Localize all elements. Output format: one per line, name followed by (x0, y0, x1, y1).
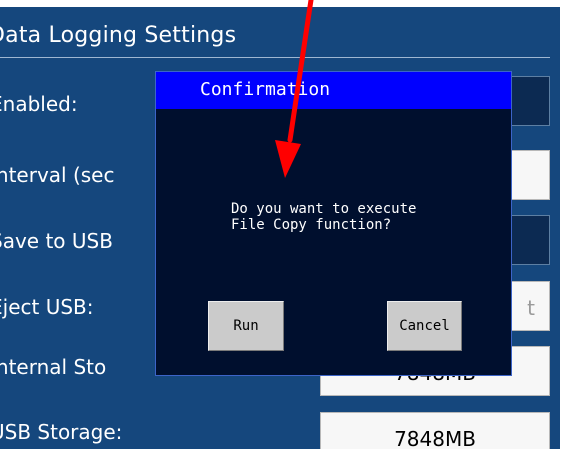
enabled-label: Enabled: (0, 92, 78, 116)
dialog-message: Do you want to execute File Copy functio… (231, 201, 417, 233)
run-button[interactable]: Run (208, 301, 284, 351)
dialog-titlebar: Confirmation (156, 72, 511, 109)
confirmation-dialog: Confirmation Do you want to execute File… (155, 71, 512, 376)
cancel-button[interactable]: Cancel (387, 301, 462, 351)
interval-label: Interval (sec (0, 163, 115, 187)
title-divider (0, 57, 550, 58)
dialog-title: Confirmation (200, 79, 331, 100)
save-to-usb-label: Save to USB (0, 229, 113, 253)
eject-usb-label: Eject USB: (0, 295, 94, 319)
usb-storage-value: 7848MB (320, 412, 550, 449)
page-title: Data Logging Settings (0, 23, 237, 48)
usb-storage-label: USB Storage: (0, 420, 123, 444)
internal-storage-label: Internal Sto (0, 355, 107, 379)
